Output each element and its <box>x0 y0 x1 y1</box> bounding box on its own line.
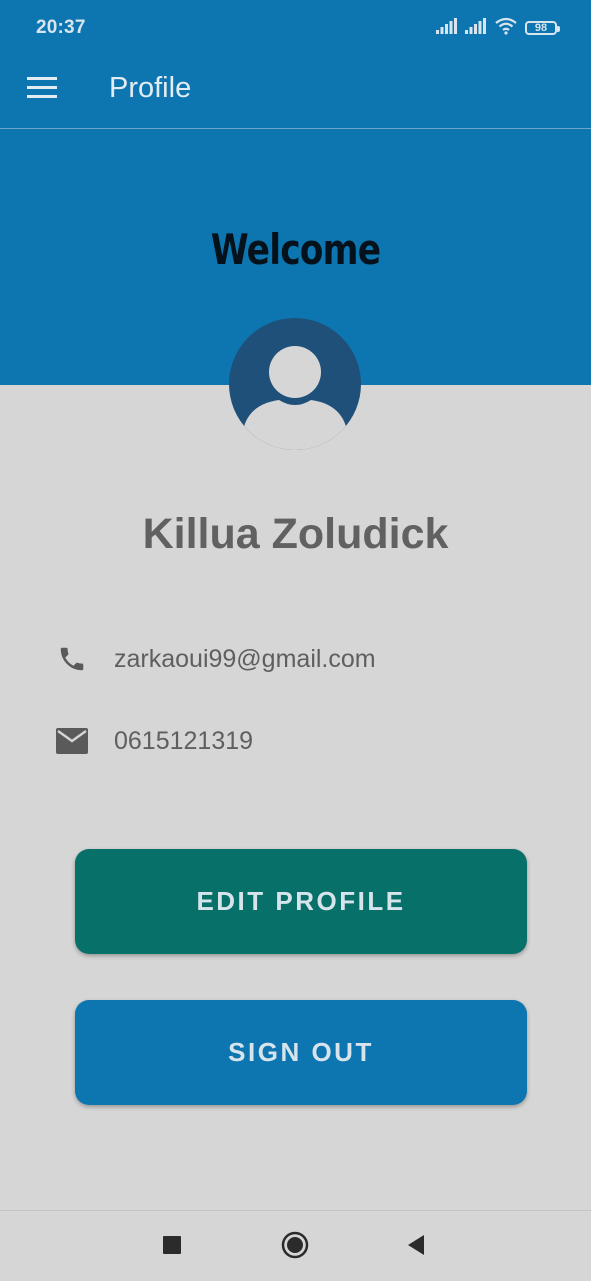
battery-icon: 98 <box>525 21 560 35</box>
battery-level: 98 <box>534 21 548 34</box>
hamburger-menu-icon[interactable] <box>24 70 60 106</box>
edit-profile-button[interactable]: EDIT PROFILE <box>75 849 527 954</box>
home-icon[interactable] <box>277 1227 313 1263</box>
welcome-heading: Welcome <box>210 225 381 274</box>
status-time: 20:37 <box>36 17 86 38</box>
back-icon[interactable] <box>398 1227 434 1263</box>
app-bar: Profile <box>0 56 591 129</box>
wifi-icon <box>494 17 518 40</box>
status-bar: 20:37 98 <box>0 0 591 56</box>
user-name: Killua Zoludick <box>142 510 449 558</box>
status-icons: 98 <box>436 16 560 40</box>
system-nav-bar <box>0 1210 591 1281</box>
phone-icon <box>54 641 90 677</box>
person-avatar-icon <box>229 318 361 450</box>
page-title: Profile <box>109 72 192 104</box>
phone-row: 0615121319 <box>54 721 253 761</box>
recent-apps-icon[interactable] <box>154 1227 190 1263</box>
email-row: zarkaoui99@gmail.com <box>54 639 376 679</box>
signal-icon <box>465 17 487 39</box>
signal-icon <box>436 17 458 39</box>
phone-text: 0615121319 <box>114 726 254 755</box>
mail-icon <box>54 723 90 759</box>
email-text: zarkaoui99@gmail.com <box>114 644 376 673</box>
sign-out-button[interactable]: SIGN OUT <box>75 1000 527 1105</box>
